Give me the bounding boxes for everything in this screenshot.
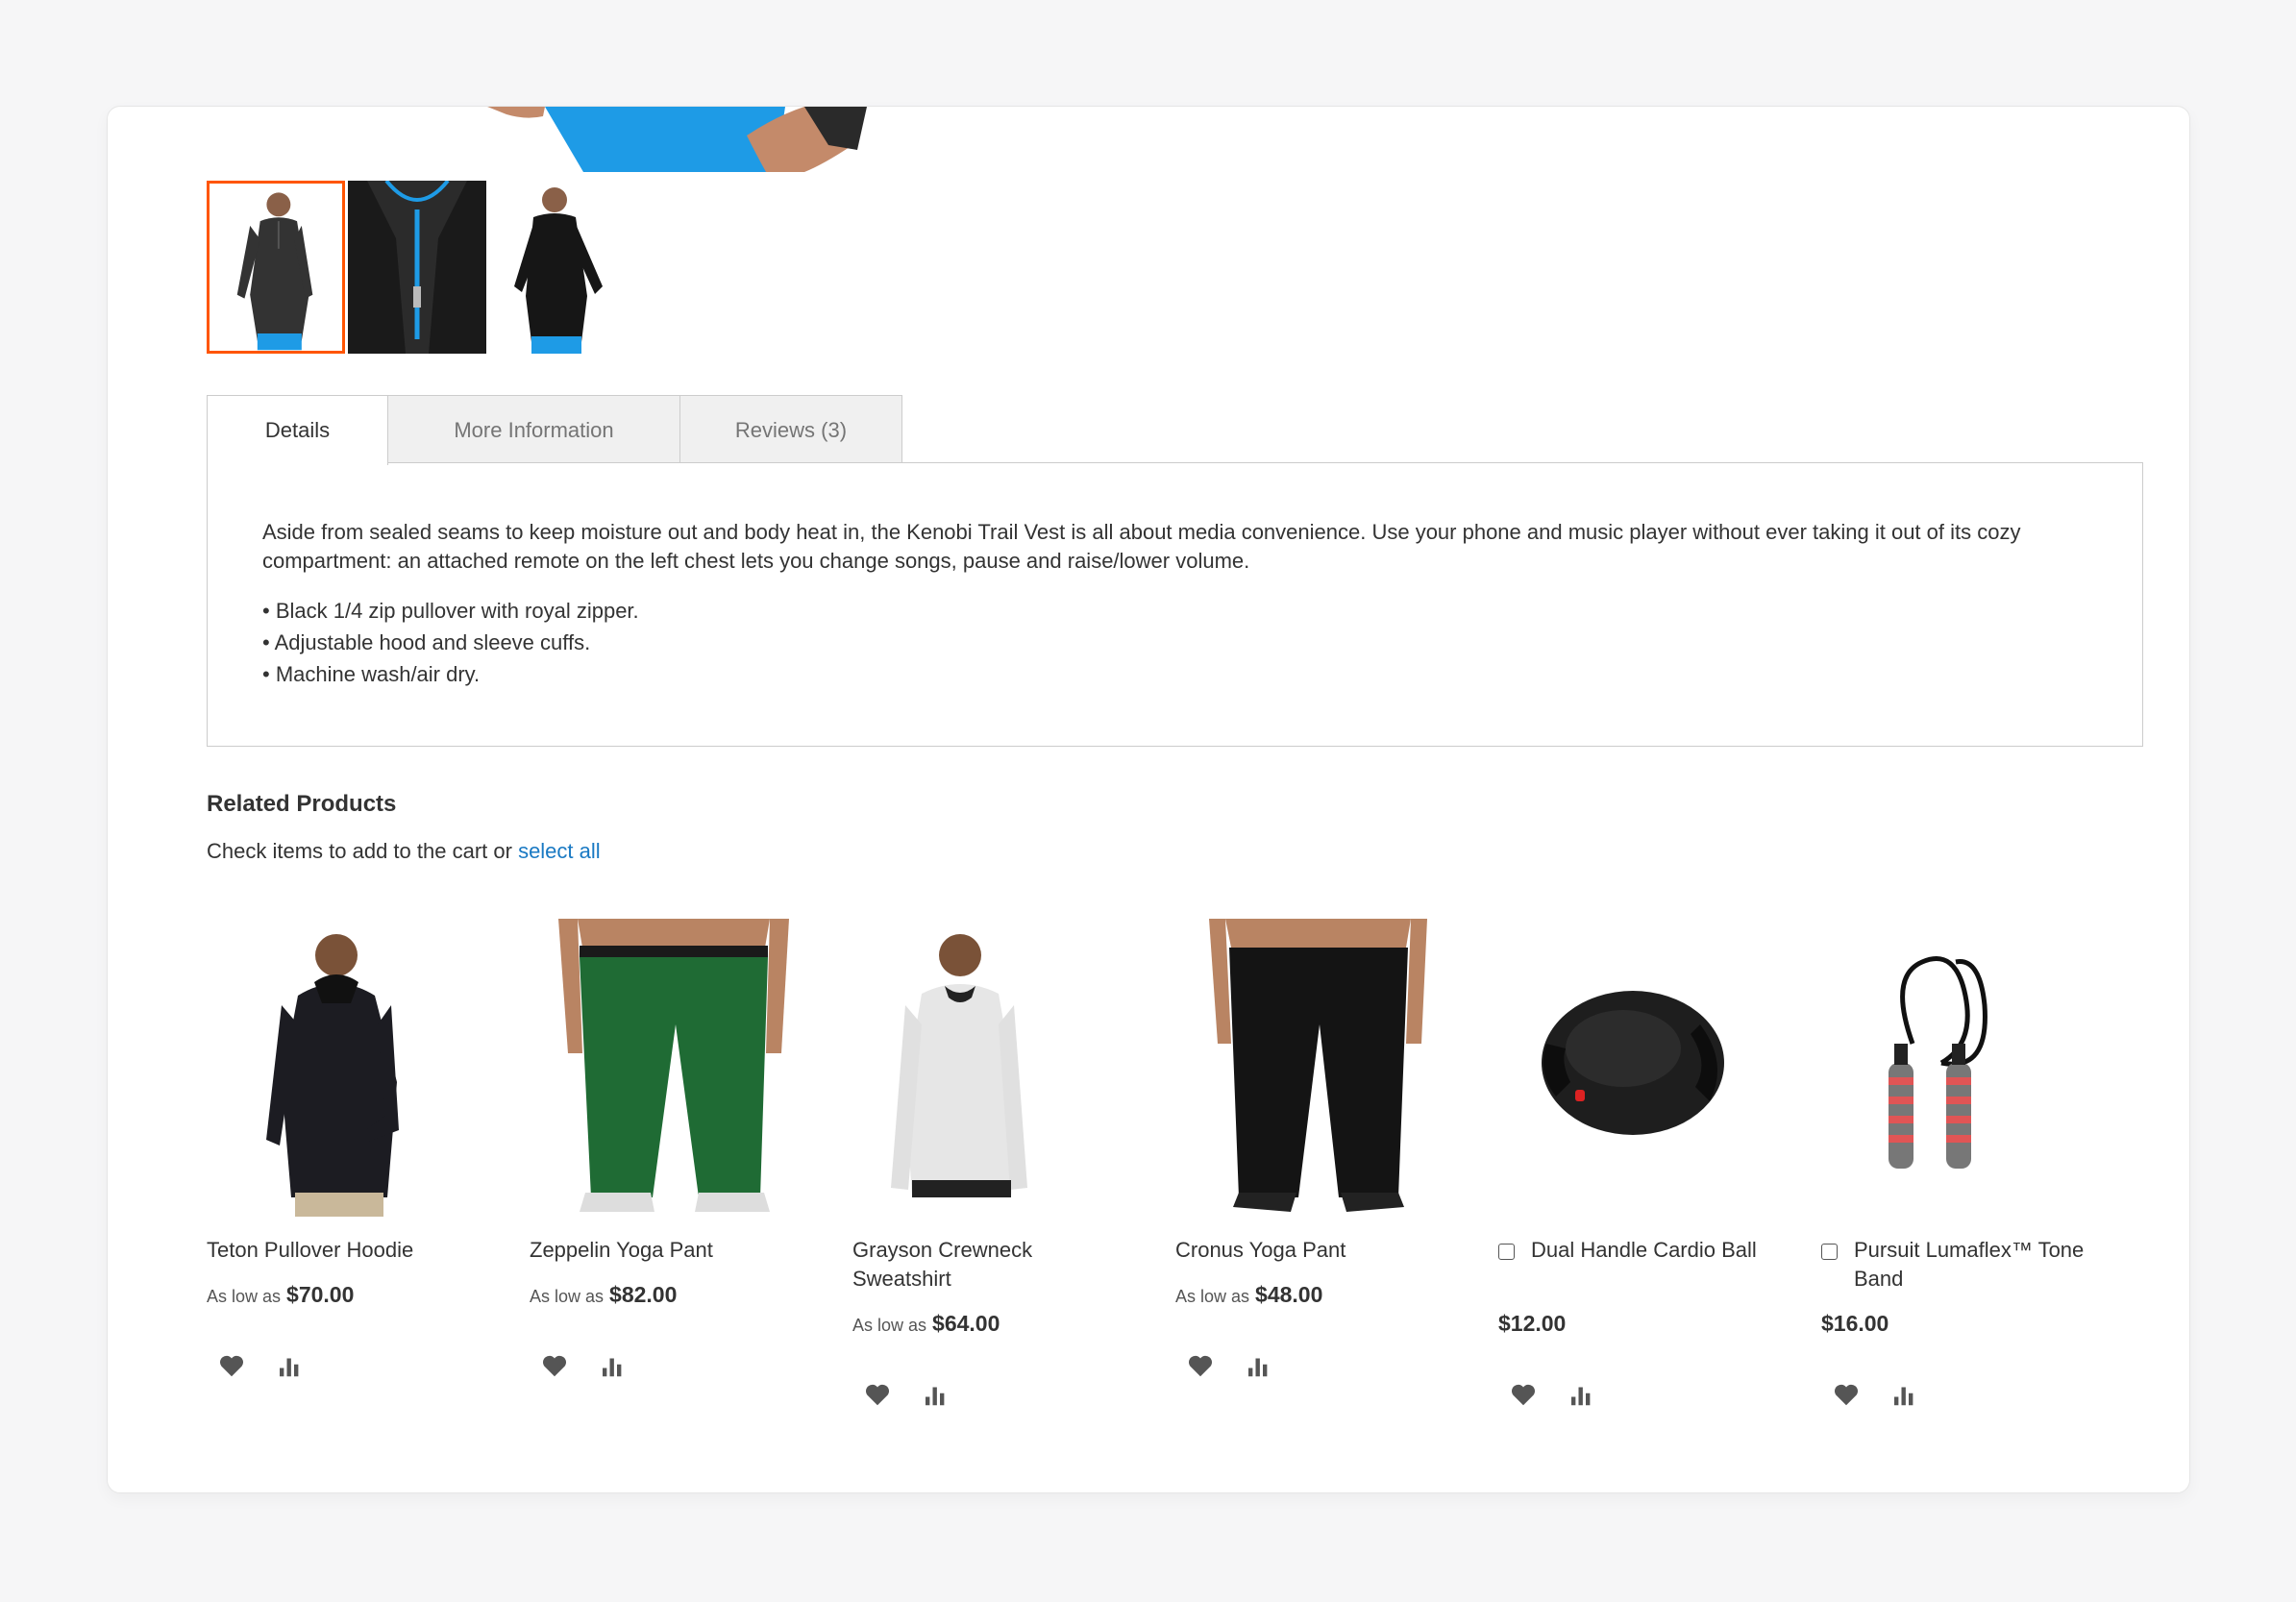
related-note-text: Check items to add to the cart or <box>207 839 512 863</box>
heart-icon[interactable] <box>1508 1380 1539 1409</box>
product-image[interactable] <box>852 919 1141 1217</box>
compare-bars-icon[interactable] <box>1889 1380 1919 1409</box>
product-card: Cronus Yoga Pant As low as $48.00 <box>1175 919 1464 1438</box>
feature-item: • Adjustable hood and sleeve cuffs. <box>262 630 591 654</box>
tab-reviews[interactable]: Reviews (3) <box>679 395 902 464</box>
price-box: $12.00 <box>1498 1311 1566 1337</box>
thumbnail-back[interactable] <box>489 181 628 354</box>
product-card: Zeppelin Yoga Pant As low as $82.00 <box>530 919 818 1438</box>
compare-bars-icon[interactable] <box>274 1351 305 1380</box>
heart-icon[interactable] <box>1185 1351 1216 1380</box>
price-box: As low as $64.00 <box>852 1311 1000 1337</box>
price-label: As low as <box>207 1287 282 1306</box>
price: $82.00 <box>609 1282 678 1307</box>
price-box: $16.00 <box>1821 1311 1889 1337</box>
price-box: As low as $82.00 <box>530 1282 677 1308</box>
compare-bars-icon[interactable] <box>597 1351 628 1380</box>
compare-bars-icon[interactable] <box>920 1380 950 1409</box>
price: $12.00 <box>1498 1311 1567 1336</box>
feature-item: • Machine wash/air dry. <box>262 662 481 686</box>
product-description: Aside from sealed seams to keep moisture… <box>262 520 2021 573</box>
related-products-note: Check items to add to the cart or select… <box>207 839 601 864</box>
thumbnail-zipper[interactable] <box>348 181 486 354</box>
feature-item: • Black 1/4 zip pullover with royal zipp… <box>262 599 639 623</box>
heart-icon[interactable] <box>539 1351 570 1380</box>
product-image[interactable] <box>530 919 818 1217</box>
add-to-cart-checkbox[interactable] <box>1498 1244 1515 1260</box>
compare-bars-icon[interactable] <box>1566 1380 1596 1409</box>
related-products-title: Related Products <box>207 791 397 817</box>
tab-reviews-label: Reviews (3) <box>734 417 848 442</box>
feature-list: • Black 1/4 zip pullover with royal zipp… <box>262 595 639 690</box>
product-name[interactable]: Pursuit Lumaflex™ Tone Band <box>1854 1236 2100 1294</box>
price-label: As low as <box>530 1287 605 1306</box>
product-image[interactable] <box>1498 919 1787 1217</box>
price: $48.00 <box>1255 1282 1323 1307</box>
product-image[interactable] <box>1821 919 2110 1217</box>
tab-details[interactable]: Details <box>207 395 388 465</box>
product-card: Teton Pullover Hoodie As low as $70.00 <box>207 919 495 1438</box>
details-panel: Aside from sealed seams to keep moisture… <box>207 462 2143 747</box>
product-card: Pursuit Lumaflex™ Tone Band $16.00 <box>1821 919 2110 1438</box>
product-name[interactable]: Grayson Crewneck Sweatshirt <box>852 1236 1131 1294</box>
product-name[interactable]: Teton Pullover Hoodie <box>207 1236 485 1265</box>
product-name[interactable]: Cronus Yoga Pant <box>1175 1236 1454 1265</box>
product-page-card: Details More Information Reviews (3) Asi… <box>107 106 2190 1493</box>
price: $70.00 <box>286 1282 355 1307</box>
price: $64.00 <box>932 1311 1000 1336</box>
related-products-grid: Teton Pullover Hoodie As low as $70.00 Z… <box>207 919 2143 1457</box>
add-to-cart-checkbox[interactable] <box>1821 1244 1838 1260</box>
product-name[interactable]: Dual Handle Cardio Ball <box>1531 1236 1777 1265</box>
price-label: As low as <box>1175 1287 1250 1306</box>
compare-bars-icon[interactable] <box>1243 1351 1273 1380</box>
price-box: As low as $70.00 <box>207 1282 354 1308</box>
product-card: Grayson Crewneck Sweatshirt As low as $64… <box>852 919 1141 1438</box>
main-product-image <box>487 107 1064 172</box>
price-label: As low as <box>852 1316 927 1335</box>
product-image[interactable] <box>207 919 495 1217</box>
price-box: As low as $48.00 <box>1175 1282 1322 1308</box>
heart-icon[interactable] <box>1831 1380 1862 1409</box>
product-image[interactable] <box>1175 919 1464 1217</box>
select-all-link[interactable]: select all <box>518 839 601 863</box>
heart-icon[interactable] <box>862 1380 893 1409</box>
tab-details-label: Details <box>264 418 331 442</box>
tab-more-information[interactable]: More Information <box>387 395 680 464</box>
product-card: Dual Handle Cardio Ball $12.00 <box>1498 919 1787 1438</box>
product-name[interactable]: Zeppelin Yoga Pant <box>530 1236 808 1265</box>
tab-more-information-label: More Information <box>454 417 614 442</box>
heart-icon[interactable] <box>216 1351 247 1380</box>
price: $16.00 <box>1821 1311 1889 1336</box>
thumbnail-front[interactable] <box>207 181 345 354</box>
